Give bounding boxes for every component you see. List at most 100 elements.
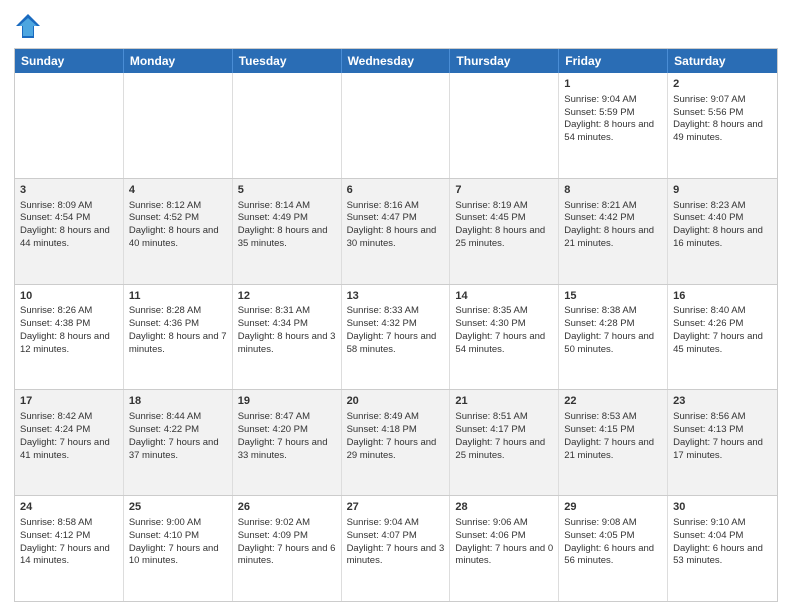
cal-cell-5-3: 26Sunrise: 9:02 AMSunset: 4:09 PMDayligh… — [233, 496, 342, 601]
day-number: 9 — [673, 183, 772, 198]
day-info-line: Sunrise: 9:00 AM — [129, 517, 227, 530]
cal-cell-4-2: 18Sunrise: 8:44 AMSunset: 4:22 PMDayligh… — [124, 390, 233, 495]
day-info-line: Sunset: 4:20 PM — [238, 424, 336, 437]
day-info-line: Daylight: 7 hours and 45 minutes. — [673, 331, 772, 357]
day-info-line: Sunset: 4:07 PM — [347, 530, 445, 543]
day-info-line: Sunrise: 8:12 AM — [129, 200, 227, 213]
day-number: 13 — [347, 289, 445, 304]
day-number: 29 — [564, 500, 662, 515]
calendar-header: SundayMondayTuesdayWednesdayThursdayFrid… — [15, 49, 777, 73]
day-info-line: Daylight: 8 hours and 16 minutes. — [673, 225, 772, 251]
day-info-line: Daylight: 7 hours and 17 minutes. — [673, 437, 772, 463]
cal-cell-5-7: 30Sunrise: 9:10 AMSunset: 4:04 PMDayligh… — [668, 496, 777, 601]
cal-cell-5-2: 25Sunrise: 9:00 AMSunset: 4:10 PMDayligh… — [124, 496, 233, 601]
day-number: 28 — [455, 500, 553, 515]
cal-cell-1-4 — [342, 73, 451, 178]
day-info-line: Sunrise: 8:40 AM — [673, 305, 772, 318]
header — [14, 10, 778, 40]
logo-icon — [14, 12, 42, 40]
day-number: 6 — [347, 183, 445, 198]
cal-cell-2-4: 6Sunrise: 8:16 AMSunset: 4:47 PMDaylight… — [342, 179, 451, 284]
cal-cell-4-1: 17Sunrise: 8:42 AMSunset: 4:24 PMDayligh… — [15, 390, 124, 495]
cal-cell-1-2 — [124, 73, 233, 178]
day-number: 17 — [20, 394, 118, 409]
day-info-line: Daylight: 8 hours and 25 minutes. — [455, 225, 553, 251]
cal-week-2: 3Sunrise: 8:09 AMSunset: 4:54 PMDaylight… — [15, 178, 777, 284]
day-info-line: Daylight: 7 hours and 0 minutes. — [455, 543, 553, 569]
day-info-line: Sunset: 4:42 PM — [564, 212, 662, 225]
day-info-line: Daylight: 7 hours and 33 minutes. — [238, 437, 336, 463]
day-info-line: Sunrise: 8:49 AM — [347, 411, 445, 424]
day-number: 3 — [20, 183, 118, 198]
day-info-line: Sunrise: 8:44 AM — [129, 411, 227, 424]
cal-cell-2-3: 5Sunrise: 8:14 AMSunset: 4:49 PMDaylight… — [233, 179, 342, 284]
day-number: 4 — [129, 183, 227, 198]
cal-cell-4-5: 21Sunrise: 8:51 AMSunset: 4:17 PMDayligh… — [450, 390, 559, 495]
day-info-line: Daylight: 7 hours and 29 minutes. — [347, 437, 445, 463]
cal-cell-5-1: 24Sunrise: 8:58 AMSunset: 4:12 PMDayligh… — [15, 496, 124, 601]
day-info-line: Daylight: 7 hours and 58 minutes. — [347, 331, 445, 357]
day-number: 24 — [20, 500, 118, 515]
cal-cell-5-5: 28Sunrise: 9:06 AMSunset: 4:06 PMDayligh… — [450, 496, 559, 601]
day-number: 25 — [129, 500, 227, 515]
day-info-line: Daylight: 7 hours and 50 minutes. — [564, 331, 662, 357]
day-info-line: Daylight: 7 hours and 25 minutes. — [455, 437, 553, 463]
day-info-line: Sunrise: 8:38 AM — [564, 305, 662, 318]
day-info-line: Sunrise: 8:14 AM — [238, 200, 336, 213]
day-info-line: Daylight: 8 hours and 12 minutes. — [20, 331, 118, 357]
day-info-line: Sunset: 4:36 PM — [129, 318, 227, 331]
day-info-line: Daylight: 8 hours and 3 minutes. — [238, 331, 336, 357]
day-number: 10 — [20, 289, 118, 304]
day-info-line: Daylight: 8 hours and 44 minutes. — [20, 225, 118, 251]
day-info-line: Sunset: 4:22 PM — [129, 424, 227, 437]
day-info-line: Sunrise: 8:42 AM — [20, 411, 118, 424]
day-info-line: Sunrise: 8:51 AM — [455, 411, 553, 424]
day-info-line: Sunset: 4:54 PM — [20, 212, 118, 225]
day-info-line: Daylight: 8 hours and 40 minutes. — [129, 225, 227, 251]
cal-cell-2-2: 4Sunrise: 8:12 AMSunset: 4:52 PMDaylight… — [124, 179, 233, 284]
day-info-line: Sunset: 4:05 PM — [564, 530, 662, 543]
day-info-line: Sunrise: 9:04 AM — [347, 517, 445, 530]
day-info-line: Sunrise: 8:28 AM — [129, 305, 227, 318]
day-info-line: Sunrise: 8:09 AM — [20, 200, 118, 213]
day-info-line: Sunrise: 9:10 AM — [673, 517, 772, 530]
cal-cell-4-6: 22Sunrise: 8:53 AMSunset: 4:15 PMDayligh… — [559, 390, 668, 495]
cal-cell-2-5: 7Sunrise: 8:19 AMSunset: 4:45 PMDaylight… — [450, 179, 559, 284]
day-number: 27 — [347, 500, 445, 515]
cal-cell-3-6: 15Sunrise: 8:38 AMSunset: 4:28 PMDayligh… — [559, 285, 668, 390]
logo — [14, 10, 46, 40]
cal-cell-3-2: 11Sunrise: 8:28 AMSunset: 4:36 PMDayligh… — [124, 285, 233, 390]
day-info-line: Sunrise: 9:08 AM — [564, 517, 662, 530]
day-info-line: Sunrise: 9:04 AM — [564, 94, 662, 107]
day-info-line: Daylight: 8 hours and 30 minutes. — [347, 225, 445, 251]
day-info-line: Sunset: 5:59 PM — [564, 107, 662, 120]
day-info-line: Sunset: 4:15 PM — [564, 424, 662, 437]
day-info-line: Sunrise: 8:23 AM — [673, 200, 772, 213]
cal-header-tuesday: Tuesday — [233, 49, 342, 73]
day-info-line: Daylight: 7 hours and 54 minutes. — [455, 331, 553, 357]
day-info-line: Daylight: 7 hours and 21 minutes. — [564, 437, 662, 463]
cal-cell-1-5 — [450, 73, 559, 178]
cal-cell-1-6: 1Sunrise: 9:04 AMSunset: 5:59 PMDaylight… — [559, 73, 668, 178]
day-number: 14 — [455, 289, 553, 304]
day-number: 5 — [238, 183, 336, 198]
cal-header-saturday: Saturday — [668, 49, 777, 73]
day-number: 15 — [564, 289, 662, 304]
cal-header-sunday: Sunday — [15, 49, 124, 73]
cal-header-thursday: Thursday — [450, 49, 559, 73]
cal-cell-3-4: 13Sunrise: 8:33 AMSunset: 4:32 PMDayligh… — [342, 285, 451, 390]
cal-week-5: 24Sunrise: 8:58 AMSunset: 4:12 PMDayligh… — [15, 495, 777, 601]
day-info-line: Sunset: 5:56 PM — [673, 107, 772, 120]
day-info-line: Sunrise: 8:31 AM — [238, 305, 336, 318]
day-info-line: Sunrise: 8:33 AM — [347, 305, 445, 318]
cal-cell-3-5: 14Sunrise: 8:35 AMSunset: 4:30 PMDayligh… — [450, 285, 559, 390]
cal-week-1: 1Sunrise: 9:04 AMSunset: 5:59 PMDaylight… — [15, 73, 777, 178]
day-info-line: Daylight: 8 hours and 54 minutes. — [564, 119, 662, 145]
day-info-line: Sunrise: 8:35 AM — [455, 305, 553, 318]
day-info-line: Sunset: 4:24 PM — [20, 424, 118, 437]
day-info-line: Sunset: 4:40 PM — [673, 212, 772, 225]
day-info-line: Sunset: 4:34 PM — [238, 318, 336, 331]
day-info-line: Sunrise: 8:19 AM — [455, 200, 553, 213]
day-info-line: Daylight: 6 hours and 56 minutes. — [564, 543, 662, 569]
cal-cell-3-1: 10Sunrise: 8:26 AMSunset: 4:38 PMDayligh… — [15, 285, 124, 390]
